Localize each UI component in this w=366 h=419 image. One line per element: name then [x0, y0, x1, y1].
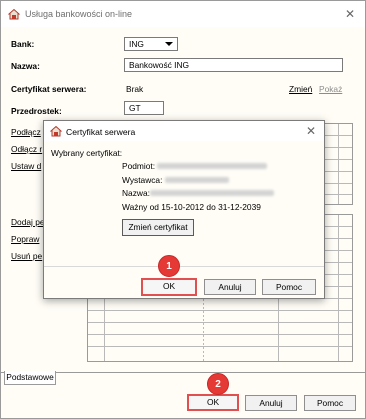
cancel-button[interactable]: Anuluj [245, 395, 297, 411]
issuer-label: Wystawca: [122, 175, 163, 185]
certificate-show-link[interactable]: Pokaż [319, 84, 342, 94]
bank-label: Bank: [11, 39, 35, 49]
selected-cert-label: Wybrany certyfikat: [51, 148, 123, 158]
name-field-value: Bankowość ING [129, 60, 190, 70]
ok-button[interactable]: OK [187, 394, 239, 411]
dialog-ok-button[interactable]: OK [141, 278, 197, 296]
dialog-cancel-button[interactable]: Anuluj [204, 279, 256, 295]
disconnect-link[interactable]: Odłącz r [11, 144, 42, 154]
tab-basic[interactable]: Podstawowe [4, 371, 56, 385]
bank-select[interactable]: ING [124, 37, 178, 51]
prefix-field-value: GT [129, 103, 141, 113]
certificate-label: Certyfikat serwera: [11, 84, 87, 94]
step-2-badge: 2 [207, 373, 229, 395]
subject-redacted [157, 163, 267, 169]
edit-item-link[interactable]: Popraw [11, 234, 39, 244]
main-window: Usługa bankowości on-line ✕ Bank: ING Na… [0, 0, 366, 419]
set-default-link[interactable]: Ustaw d [11, 161, 41, 171]
dialog-help-button[interactable]: Pomoc [262, 279, 316, 295]
bank-select-value: ING [129, 39, 144, 49]
close-icon[interactable]: ✕ [304, 124, 318, 138]
help-button[interactable]: Pomoc [304, 395, 356, 411]
dialog-title: Certyfikat serwera [66, 127, 136, 137]
dialog-footer: OK Anuluj Pomoc [44, 266, 324, 298]
prefix-label: Przedrostek: [11, 106, 62, 116]
issuer-redacted [165, 177, 229, 183]
cert-name-redacted [150, 190, 274, 196]
certificate-value: Brak [126, 84, 144, 94]
validity-text: Ważny od 15-10-2012 do 31-12-2039 [122, 202, 261, 212]
app-logo-icon [7, 8, 21, 20]
add-item-link[interactable]: Dodaj pe [11, 217, 45, 227]
step-1-badge: 1 [158, 255, 180, 277]
delete-item-link[interactable]: Usuń pe [11, 251, 42, 261]
title-bar: Usługa bankowości on-line ✕ [1, 1, 365, 27]
certificate-change-link[interactable]: Zmień [289, 84, 312, 94]
dialog-body: Wybrany certyfikat: Podmiot: Wystawca: N… [44, 141, 324, 266]
name-label: Nazwa: [11, 61, 40, 71]
tab-basic-label: Podstawowe [6, 372, 54, 382]
chevron-down-icon [165, 42, 173, 46]
window-title: Usługa bankowości on-line [25, 9, 133, 19]
close-icon[interactable]: ✕ [343, 7, 357, 21]
change-certificate-button[interactable]: Zmień certyfikat [122, 219, 194, 236]
name-field[interactable]: Bankowość ING [124, 58, 343, 72]
connect-link[interactable]: Podłącz [11, 127, 41, 137]
app-logo-icon [49, 125, 63, 137]
certificate-dialog: Certyfikat serwera ✕ Wybrany certyfikat:… [43, 120, 325, 299]
subject-label: Podmiot: [122, 161, 156, 171]
dialog-title-bar: Certyfikat serwera ✕ [44, 121, 324, 141]
cert-name-label: Nazwa: [122, 188, 150, 198]
prefix-field[interactable]: GT [124, 101, 164, 115]
